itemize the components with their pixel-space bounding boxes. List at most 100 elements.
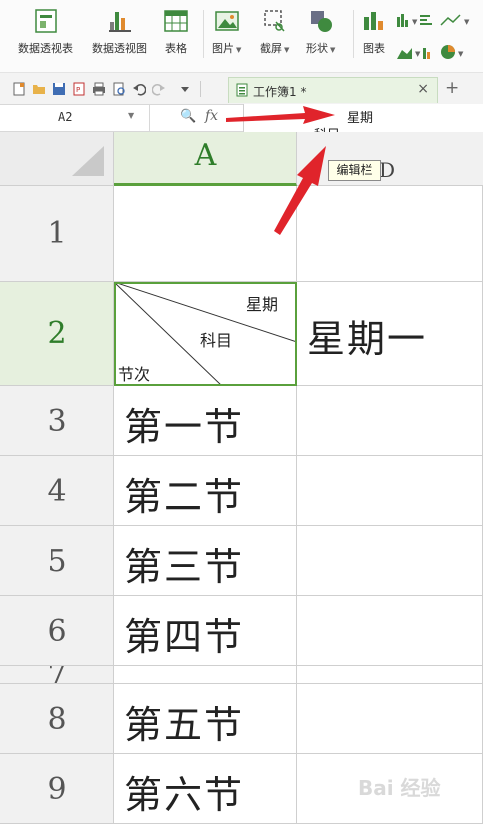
chevron-down-icon[interactable]: ▼ <box>128 111 134 120</box>
chevron-down-icon: ▼ <box>330 46 336 54</box>
cell-b6[interactable] <box>297 596 483 666</box>
cell-a8[interactable]: 第五节 <box>114 684 297 754</box>
quick-access-bar: P 工作簿1 * × + <box>0 72 483 104</box>
picture-icon <box>214 8 240 34</box>
new-file-icon[interactable] <box>12 82 26 96</box>
tab-workbook1[interactable]: 工作簿1 * × <box>228 77 438 103</box>
cell-a3[interactable]: 第一节 <box>114 386 297 456</box>
print-preview-icon[interactable] <box>112 82 126 96</box>
cell-b7[interactable] <box>297 666 483 684</box>
cell-b2[interactable]: 星期一 <box>297 282 483 386</box>
column-header-a[interactable]: A <box>114 132 297 186</box>
row-header-5[interactable]: 5 <box>0 526 114 596</box>
row-number: 7 <box>47 666 67 684</box>
export-pdf-icon[interactable]: P <box>72 82 86 96</box>
spreadsheet-file-icon <box>236 83 248 97</box>
line-chart-dropdown[interactable]: ▼ <box>440 12 480 32</box>
column-d-label: D <box>379 158 396 182</box>
cell-a9[interactable]: 第六节 <box>114 754 297 824</box>
pivot-chart-icon <box>107 8 133 34</box>
cell-a7[interactable] <box>114 666 297 684</box>
ribbon-divider <box>203 10 204 58</box>
row-header-7[interactable]: 7 <box>0 666 114 684</box>
open-folder-icon[interactable] <box>32 82 46 96</box>
pivot-table-button[interactable]: 数据透视表 <box>18 8 73 56</box>
chevron-down-icon: ▼ <box>284 46 290 54</box>
row-header-4[interactable]: 4 <box>0 456 114 526</box>
area-chart-dropdown[interactable]: ▼ <box>396 44 436 64</box>
name-box[interactable]: A2 ▼ <box>0 105 150 131</box>
chevron-down-icon: ▼ <box>236 46 242 54</box>
chart-label: 图表 <box>363 42 385 55</box>
row-header-1[interactable]: 1 <box>0 186 114 282</box>
cell-text: 第六节 <box>124 773 245 817</box>
name-box-value: A2 <box>58 110 73 124</box>
pivot-chart-label: 数据透视图 <box>92 42 147 55</box>
cell-b5[interactable] <box>297 526 483 596</box>
screenshot-button[interactable]: 截屏 ▼ <box>260 8 289 56</box>
cell-text: 第四节 <box>124 615 245 659</box>
svg-text:▼: ▼ <box>412 18 418 26</box>
cell-text: 星期一 <box>307 317 428 361</box>
shapes-icon <box>308 8 334 34</box>
row-number: 9 <box>47 772 67 807</box>
column-a-label: A <box>194 138 217 173</box>
row-header-8[interactable]: 8 <box>0 684 114 754</box>
cell-b8[interactable] <box>297 684 483 754</box>
row-number: 2 <box>47 316 67 351</box>
table-icon <box>163 8 189 34</box>
row-header-3[interactable]: 3 <box>0 386 114 456</box>
row-number: 4 <box>47 474 67 509</box>
svg-text:▼: ▼ <box>458 50 464 58</box>
redo-icon[interactable] <box>152 82 166 96</box>
tab-label: 工作簿1 * <box>253 85 307 99</box>
cell-a4[interactable]: 第二节 <box>114 456 297 526</box>
cell-b4[interactable] <box>297 456 483 526</box>
function-icon[interactable]: fx <box>205 108 218 124</box>
save-icon[interactable] <box>52 82 66 96</box>
formula-line-1: 星期 <box>347 111 374 126</box>
row-header-9[interactable]: 9 <box>0 754 114 824</box>
cell-text: 第二节 <box>124 475 245 519</box>
watermark-logo: Bai 经验 <box>358 776 441 800</box>
row-header-6[interactable]: 6 <box>0 596 114 666</box>
column-header-d[interactable]: D <box>297 132 483 186</box>
chart-button[interactable]: 图表 <box>361 8 387 56</box>
shapes-label: 形状 ▼ <box>306 42 336 55</box>
pie-chart-dropdown[interactable]: ▼ <box>440 44 480 64</box>
chart-icon <box>361 8 387 34</box>
cell-a6[interactable]: 第四节 <box>114 596 297 666</box>
cell-text: 第一节 <box>124 405 245 449</box>
more-dropdown-icon[interactable] <box>178 82 192 96</box>
picture-button[interactable]: 图片 ▼ <box>212 8 241 56</box>
cell-text: 第五节 <box>124 703 245 747</box>
bar-chart-dropdown[interactable]: ▼ <box>396 12 436 32</box>
new-tab-button[interactable]: + <box>445 78 459 98</box>
svg-text:▼: ▼ <box>415 50 421 58</box>
area-chart-icon: ▼ <box>397 48 430 59</box>
pie-chart-icon: ▼ <box>441 45 464 59</box>
pivot-table-icon <box>33 8 59 34</box>
print-icon[interactable] <box>92 82 106 96</box>
table-button[interactable]: 表格 <box>163 8 189 56</box>
pivot-chart-button[interactable]: 数据透视图 <box>92 8 147 56</box>
row-number: 6 <box>47 614 67 649</box>
cell-a5[interactable]: 第三节 <box>114 526 297 596</box>
zoom-icon[interactable]: 🔍 <box>180 109 196 124</box>
cell-b1[interactable] <box>297 186 483 282</box>
svg-text:P: P <box>76 86 80 94</box>
line-chart-icon: ▼ <box>440 14 470 26</box>
row-number: 3 <box>47 404 67 439</box>
cell-a1[interactable] <box>114 186 297 282</box>
select-all-corner[interactable] <box>0 132 114 186</box>
ribbon-divider <box>353 10 354 58</box>
close-icon[interactable]: × <box>417 81 429 97</box>
shapes-button[interactable]: 形状 ▼ <box>306 8 335 56</box>
row-number: 8 <box>47 702 67 737</box>
table-label: 表格 <box>165 42 187 55</box>
screenshot-icon <box>262 8 288 34</box>
row-header-2[interactable]: 2 <box>0 282 114 386</box>
cell-text: 第三节 <box>124 545 245 589</box>
undo-icon[interactable] <box>132 82 146 96</box>
cell-b3[interactable] <box>297 386 483 456</box>
